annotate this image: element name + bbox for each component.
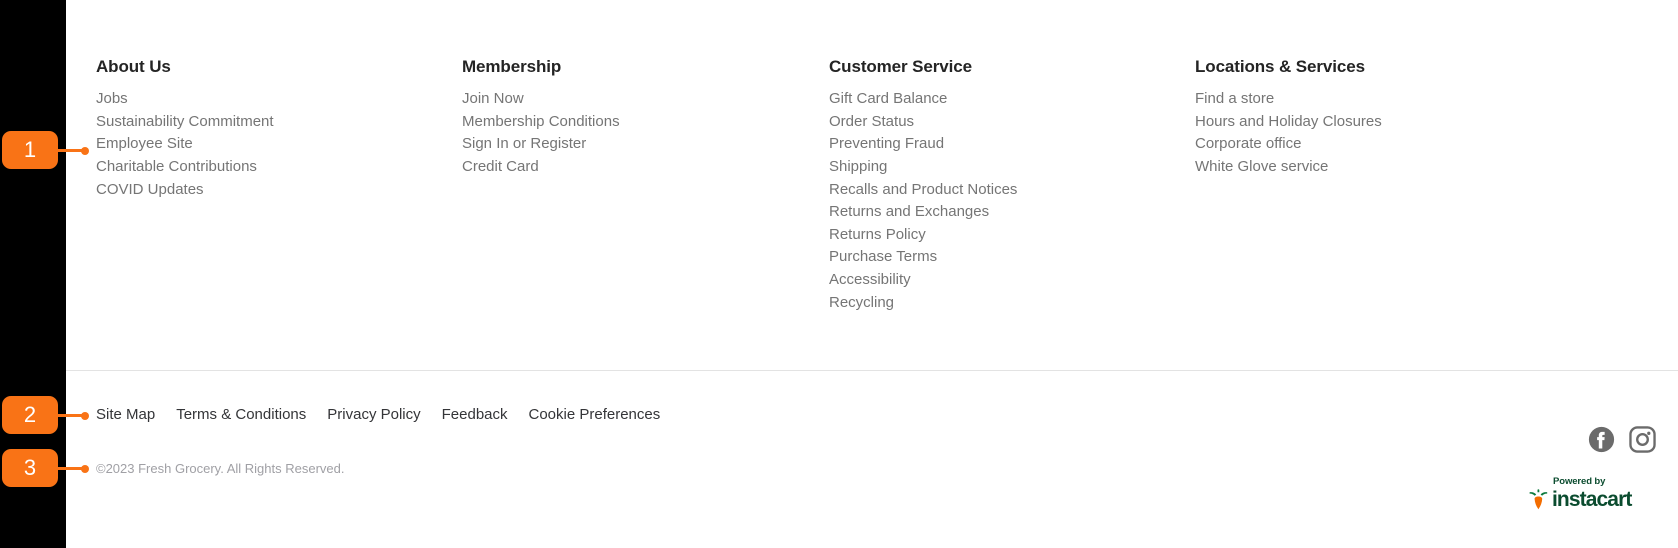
- footer-link-membership-conditions[interactable]: Membership Conditions: [462, 111, 829, 134]
- footer-link-sustainability-commitment[interactable]: Sustainability Commitment: [96, 111, 462, 134]
- footer-column-title: About Us: [96, 57, 171, 76]
- annotation-leader-2: [58, 411, 89, 420]
- footer-link-find-a-store[interactable]: Find a store: [1195, 88, 1575, 111]
- facebook-icon[interactable]: [1588, 426, 1615, 453]
- legal-link-site-map[interactable]: Site Map: [96, 406, 155, 423]
- footer-link-returns-policy[interactable]: Returns Policy: [829, 224, 1195, 247]
- annotation-leader-3: [58, 464, 89, 473]
- footer-link-purchase-terms[interactable]: Purchase Terms: [829, 246, 1195, 269]
- footer-link-sign-in-or-register[interactable]: Sign In or Register: [462, 133, 829, 156]
- carrot-icon: [1529, 489, 1548, 510]
- annotation-badge-1: 1: [2, 131, 58, 169]
- powered-by-label: Powered by: [1553, 476, 1606, 487]
- footer-link-employee-site[interactable]: Employee Site: [96, 133, 462, 156]
- footer-column-about-us: About Us Jobs Sustainability Commitment …: [96, 56, 462, 314]
- footer-link-white-glove-service[interactable]: White Glove service: [1195, 156, 1575, 179]
- footer-link-hours-and-holiday-closures[interactable]: Hours and Holiday Closures: [1195, 111, 1575, 134]
- footer-column-title: Membership: [462, 57, 562, 76]
- footer-link-shipping[interactable]: Shipping: [829, 156, 1195, 179]
- footer-column-membership: Membership Join Now Membership Condition…: [462, 56, 829, 314]
- footer-link-order-status[interactable]: Order Status: [829, 111, 1195, 134]
- legal-link-terms-and-conditions[interactable]: Terms & Conditions: [176, 406, 306, 423]
- legal-link-cookie-preferences[interactable]: Cookie Preferences: [529, 406, 661, 423]
- annotation-badge-2: 2: [2, 396, 58, 434]
- footer-column-locations-and-services: Locations & Services Find a store Hours …: [1195, 56, 1575, 314]
- footer-link-returns-and-exchanges[interactable]: Returns and Exchanges: [829, 201, 1195, 224]
- footer-link-preventing-fraud[interactable]: Preventing Fraud: [829, 133, 1195, 156]
- footer-link-recalls-and-product-notices[interactable]: Recalls and Product Notices: [829, 179, 1195, 202]
- instacart-attribution: Powered by instacart: [1528, 476, 1656, 510]
- footer-divider: [66, 370, 1678, 371]
- footer-column-title: Customer Service: [829, 57, 972, 76]
- legal-link-feedback[interactable]: Feedback: [442, 406, 508, 423]
- legal-link-privacy-policy[interactable]: Privacy Policy: [327, 406, 420, 423]
- annotation-badge-3: 3: [2, 449, 58, 487]
- annotation-leader-1: [58, 146, 89, 155]
- instacart-logo: instacart: [1528, 488, 1656, 510]
- footer-link-columns: About Us Jobs Sustainability Commitment …: [96, 56, 1656, 314]
- site-footer: About Us Jobs Sustainability Commitment …: [66, 0, 1678, 548]
- footer-screenshot: 1 2 3 About Us Jobs Sustainability Commi…: [0, 0, 1678, 548]
- social-links: [1588, 426, 1656, 453]
- footer-legal-links: Site Map Terms & Conditions Privacy Poli…: [96, 406, 660, 423]
- footer-link-recycling[interactable]: Recycling: [829, 292, 1195, 315]
- footer-column-title: Locations & Services: [1195, 57, 1365, 76]
- footer-link-credit-card[interactable]: Credit Card: [462, 156, 829, 179]
- footer-link-jobs[interactable]: Jobs: [96, 88, 462, 111]
- copyright-text: ©2023 Fresh Grocery. All Rights Reserved…: [96, 461, 345, 476]
- instacart-wordmark: instacart: [1552, 487, 1632, 511]
- footer-link-charitable-contributions[interactable]: Charitable Contributions: [96, 156, 462, 179]
- footer-link-gift-card-balance[interactable]: Gift Card Balance: [829, 88, 1195, 111]
- footer-link-accessibility[interactable]: Accessibility: [829, 269, 1195, 292]
- footer-link-covid-updates[interactable]: COVID Updates: [96, 179, 462, 202]
- footer-column-customer-service: Customer Service Gift Card Balance Order…: [829, 56, 1195, 314]
- footer-link-join-now[interactable]: Join Now: [462, 88, 829, 111]
- footer-link-corporate-office[interactable]: Corporate office: [1195, 133, 1575, 156]
- instagram-icon[interactable]: [1629, 426, 1656, 453]
